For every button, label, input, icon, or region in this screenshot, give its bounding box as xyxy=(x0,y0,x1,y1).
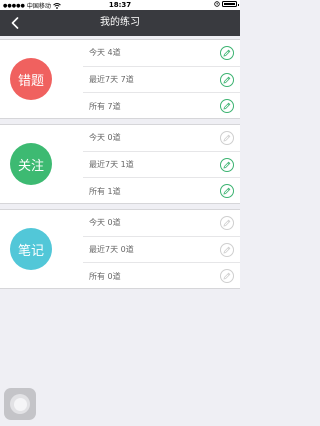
section-wrong: 错题 今天 4道 最近7天 7道 所有 7道 xyxy=(0,39,240,119)
status-right xyxy=(214,1,239,7)
pencil-icon xyxy=(223,76,231,84)
row-last-7-days[interactable]: 最近7天 0道 xyxy=(83,237,240,264)
follow-category-badge[interactable]: 关注 xyxy=(10,143,52,185)
nav-bar: 我的练习 xyxy=(0,10,240,36)
pencil-icon xyxy=(223,219,231,227)
wrong-category-badge[interactable]: 错题 xyxy=(10,58,52,100)
pencil-icon xyxy=(223,187,231,195)
row-label: 最近7天 1道 xyxy=(89,159,134,169)
row-today[interactable]: 今天 4道 xyxy=(83,40,240,67)
pencil-icon xyxy=(223,49,231,57)
page-title: 我的练习 xyxy=(100,17,140,28)
edit-button[interactable] xyxy=(220,242,234,257)
assistive-touch-core xyxy=(13,397,27,411)
row-label: 最近7天 0道 xyxy=(89,244,134,254)
section-notes: 笔记 今天 0道 最近7天 0道 所有 0道 xyxy=(0,209,240,289)
status-time: 18:37 xyxy=(108,0,132,9)
row-label: 所有 0道 xyxy=(89,271,121,281)
row-label: 所有 7道 xyxy=(89,101,121,111)
pencil-icon xyxy=(223,102,231,110)
row-last-7-days[interactable]: 最近7天 1道 xyxy=(83,152,240,179)
status-bar: ●●●●● 中国移动 18:37 xyxy=(0,0,240,10)
alarm-icon xyxy=(214,1,220,7)
row-label: 今天 0道 xyxy=(89,133,121,143)
section-follow: 关注 今天 0道 最近7天 1道 所有 1道 xyxy=(0,124,240,204)
pencil-icon xyxy=(223,161,231,169)
edit-button[interactable] xyxy=(220,46,234,60)
section-follow-rows: 今天 0道 最近7天 1道 所有 1道 xyxy=(83,125,240,203)
edit-button[interactable] xyxy=(220,157,234,172)
section-wrong-rows: 今天 4道 最近7天 7道 所有 7道 xyxy=(83,40,240,118)
edit-button[interactable] xyxy=(220,184,234,199)
battery-icon xyxy=(222,1,239,7)
edit-button[interactable] xyxy=(220,216,234,230)
row-label: 最近7天 7道 xyxy=(89,74,134,84)
pencil-icon xyxy=(223,134,231,142)
row-label: 今天 0道 xyxy=(89,218,121,228)
pencil-icon xyxy=(223,272,231,280)
row-last-7-days[interactable]: 最近7天 7道 xyxy=(83,67,240,94)
edit-button[interactable] xyxy=(220,269,234,284)
pencil-icon xyxy=(223,246,231,254)
edit-button[interactable] xyxy=(220,72,234,87)
section-notes-rows: 今天 0道 最近7天 0道 所有 0道 xyxy=(83,210,240,288)
row-all[interactable]: 所有 1道 xyxy=(83,178,240,205)
row-today[interactable]: 今天 0道 xyxy=(83,210,240,237)
row-label: 所有 1道 xyxy=(89,186,121,196)
assistive-touch-button[interactable] xyxy=(4,388,36,420)
assistive-touch-icon xyxy=(10,394,30,414)
row-all[interactable]: 所有 7道 xyxy=(83,93,240,120)
row-today[interactable]: 今天 0道 xyxy=(83,125,240,152)
row-label: 今天 4道 xyxy=(89,48,121,58)
edit-button[interactable] xyxy=(220,131,234,145)
edit-button[interactable] xyxy=(220,99,234,114)
back-button[interactable] xyxy=(8,16,22,30)
notes-category-badge[interactable]: 笔记 xyxy=(10,228,52,270)
chevron-left-icon xyxy=(11,17,19,29)
row-all[interactable]: 所有 0道 xyxy=(83,263,240,290)
